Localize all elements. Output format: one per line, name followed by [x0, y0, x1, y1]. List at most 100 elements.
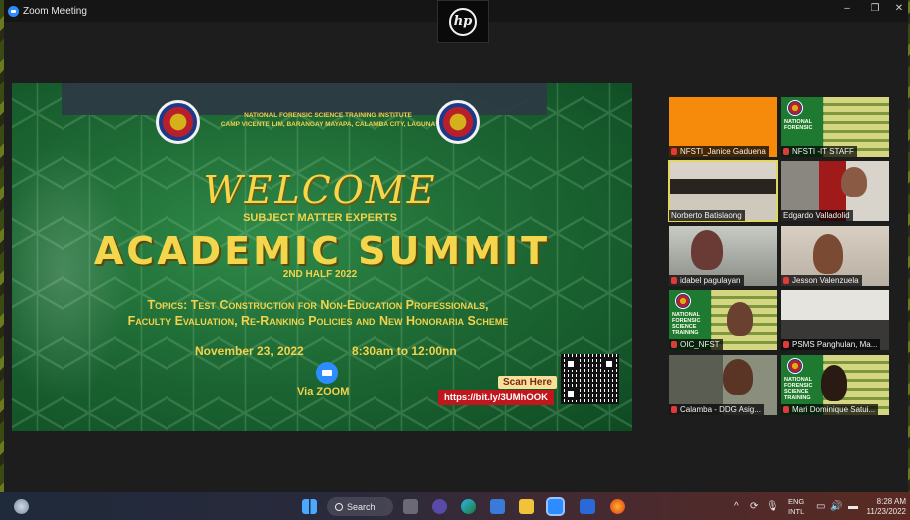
participant-video: [723, 359, 753, 395]
start-button-icon[interactable]: [302, 499, 317, 514]
participant-label: Mari Dominique Satui...: [781, 404, 879, 415]
restore-button[interactable]: ❐: [868, 3, 882, 14]
participant-label: Norberto Batislaong: [669, 210, 745, 221]
nfsti-seal-icon: [787, 100, 803, 116]
institute-name: NATIONAL FORENSIC SCIENCE TRAINING INSTI…: [244, 112, 412, 119]
language-code[interactable]: ENG: [788, 497, 804, 506]
close-button[interactable]: ✕: [892, 3, 906, 14]
muted-mic-icon: [783, 406, 789, 413]
muted-mic-icon: [783, 148, 789, 155]
search-icon: [335, 502, 343, 511]
participant-label: Edgardo Valladolid: [781, 210, 853, 221]
clock-time[interactable]: 8:28 AM: [877, 497, 906, 506]
participant-name: NFSTI -IT STAFF: [792, 147, 854, 156]
zoom-app-icon: [8, 5, 19, 17]
muted-mic-icon: [671, 406, 677, 413]
nfsti-seal-icon: [787, 358, 803, 374]
event-time: 8:30am to 12:00nn: [352, 344, 457, 358]
qr-finder-icon: [565, 358, 577, 370]
participant-label: Jesson Valenzuela: [781, 275, 862, 286]
nfsti-seal-icon: [675, 293, 691, 309]
network-icon[interactable]: ▭: [816, 501, 825, 512]
participant-video: [841, 167, 867, 197]
weather-icon[interactable]: [14, 499, 29, 514]
slide-subtitle: SUBJECT MATTER EXPERTS: [243, 212, 397, 224]
participant-name: Calamba - DDG Asig...: [680, 405, 761, 414]
slide-half: 2ND HALF 2022: [282, 269, 358, 280]
microphone-icon[interactable]: 🎙: [766, 501, 779, 512]
tile-logo-text: NATIONAL FORENSIC SCIENCE TRAINING: [784, 377, 813, 401]
firefox-icon[interactable]: [610, 499, 625, 514]
slide-glow: [12, 143, 132, 403]
participant-tile[interactable]: idabel pagulayan: [669, 226, 777, 286]
edge-browser-icon[interactable]: [461, 499, 476, 514]
muted-mic-icon: [783, 341, 789, 348]
minimize-button[interactable]: –: [840, 3, 854, 14]
muted-mic-icon: [671, 341, 677, 348]
slide-title: ACADEMIC SUMMIT: [93, 229, 551, 273]
participant-video: [821, 365, 847, 401]
keyboard-layout[interactable]: INTL: [788, 507, 804, 516]
participant-label: NFSTI_Janice Gaduena: [669, 146, 769, 157]
participant-label: PSMS Panghulan, Ma...: [781, 339, 881, 350]
participant-name: NFSTI_Janice Gaduena: [680, 147, 766, 156]
qr-code: [561, 354, 619, 404]
participant-label: idabel pagulayan: [669, 275, 744, 286]
participant-label: OIC_NFST: [669, 339, 723, 350]
tray-chevron-icon[interactable]: ^: [734, 501, 739, 512]
file-explorer-icon[interactable]: [519, 499, 534, 514]
chat-icon[interactable]: [432, 499, 447, 514]
clock-date[interactable]: 11/23/2022: [867, 507, 906, 516]
participant-tile[interactable]: NATIONAL FORENSIC NFSTI -IT STAFF: [781, 97, 889, 157]
tile-logo-text: NATIONAL FORENSIC SCIENCE TRAINING: [672, 312, 701, 336]
event-date: November 23, 2022: [195, 344, 304, 358]
zoom-taskbar-icon[interactable]: [546, 497, 565, 516]
search-label: Search: [347, 501, 376, 512]
participant-label: NFSTI -IT STAFF: [781, 146, 857, 157]
participant-name: PSMS Panghulan, Ma...: [792, 340, 878, 349]
participant-tile[interactable]: Calamba - DDG Asig...: [669, 355, 777, 415]
hp-logo-icon: hp: [449, 7, 477, 36]
participant-name: Norberto Batislaong: [671, 211, 742, 220]
left-seal-icon: [156, 100, 200, 144]
topics-line-1: Topics: Test Construction for Non-Educat…: [147, 298, 489, 312]
participant-video: [813, 234, 843, 274]
task-view-icon[interactable]: [403, 499, 418, 514]
muted-mic-icon: [671, 277, 677, 284]
battery-icon[interactable]: ▬: [848, 501, 858, 512]
participant-name: Mari Dominique Satui...: [792, 405, 876, 414]
qr-finder-icon: [603, 358, 615, 370]
participant-name: idabel pagulayan: [680, 276, 741, 285]
tile-logo-text: NATIONAL FORENSIC: [784, 119, 813, 131]
volume-icon[interactable]: 🔊: [830, 501, 842, 512]
zoom-logo-icon: [316, 362, 338, 384]
qr-finder-icon: [565, 388, 577, 400]
participant-video: [691, 230, 723, 270]
participant-video: [727, 302, 753, 336]
participant-name: OIC_NFST: [680, 340, 720, 349]
participant-tile[interactable]: NFSTI_Janice Gaduena: [669, 97, 777, 157]
tray-app-icon[interactable]: ⟳: [750, 501, 758, 512]
taskbar: Search ^ ⟳ 🎙 ENG INTL ▭ 🔊 ▬ 8:28 AM 11/2…: [0, 492, 910, 520]
desktop: Zoom Meeting – ❐ ✕ NATIONAL FORENSIC SCI…: [0, 0, 910, 520]
muted-mic-icon: [671, 148, 677, 155]
participant-tile[interactable]: Jesson Valenzuela: [781, 226, 889, 286]
participant-label: Calamba - DDG Asig...: [669, 404, 764, 415]
via-zoom-text: Via ZOOM: [297, 386, 350, 398]
participant-tile[interactable]: NATIONAL FORENSIC SCIENCE TRAINING OIC_N…: [669, 290, 777, 350]
taskbar-search[interactable]: Search: [327, 497, 393, 516]
mail-icon[interactable]: [580, 499, 595, 514]
window-title: Zoom Meeting: [23, 5, 87, 17]
participant-tile[interactable]: PSMS Panghulan, Ma...: [781, 290, 889, 350]
participant-tile[interactable]: NATIONAL FORENSIC SCIENCE TRAINING Mari …: [781, 355, 889, 415]
scan-here-label: Scan Here: [498, 376, 557, 389]
participant-tile[interactable]: Edgardo Valladolid: [781, 161, 889, 221]
muted-mic-icon: [783, 277, 789, 284]
participant-name: Edgardo Valladolid: [783, 211, 850, 220]
store-icon[interactable]: [490, 499, 505, 514]
topics-line-2: Faculty Evaluation, Re-Ranking Policies …: [127, 314, 509, 328]
participant-tile-active-speaker[interactable]: Norberto Batislaong: [668, 160, 778, 222]
participant-name: Jesson Valenzuela: [792, 276, 859, 285]
welcome-heading: WELCOME: [203, 168, 437, 212]
institute-address: CAMP VICENTE LIM, BARANGAY MAYAPA, CALAM…: [220, 121, 436, 128]
